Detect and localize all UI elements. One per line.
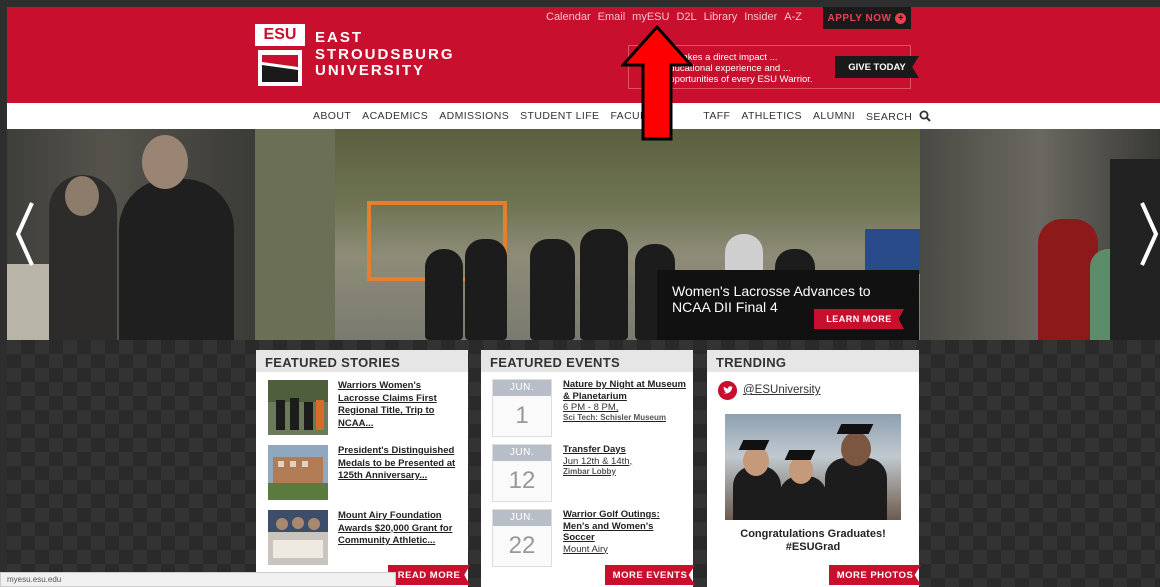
chevron-left-icon[interactable] bbox=[14, 199, 36, 269]
hero-prev-slide-image bbox=[7, 129, 255, 340]
hero-caption: Women's Lacrosse Advances to NCAA DII Fi… bbox=[657, 270, 919, 340]
event-time: Mount Airy bbox=[563, 543, 608, 555]
university-name[interactable]: EAST STROUDSBURG UNIVERSITY bbox=[315, 29, 455, 80]
util-link-insider[interactable]: Insider bbox=[744, 11, 777, 23]
story-item[interactable]: Warriors Women's Lacrosse Claims First R… bbox=[268, 380, 463, 440]
story-thumbnail bbox=[268, 445, 328, 500]
nav-alumni[interactable]: ALUMNI bbox=[813, 110, 855, 123]
event-title[interactable]: Warrior Golf Outings: Men's and Women's … bbox=[563, 509, 660, 543]
event-item[interactable]: JUN. 1 Nature by Night at Museum & Plane… bbox=[492, 379, 687, 441]
trending-card: TRENDING @ESUniversity Congratulations G… bbox=[707, 350, 921, 587]
chevron-right-icon[interactable] bbox=[1138, 199, 1160, 269]
name-line-1: EAST bbox=[315, 29, 364, 46]
event-info[interactable]: Warrior Golf Outings: Men's and Women's … bbox=[563, 509, 687, 555]
event-location: Sci Tech: Schisler Museum bbox=[563, 413, 666, 422]
featured-events-card: FEATURED EVENTS JUN. 1 Nature by Night a… bbox=[481, 350, 695, 587]
nav-staff[interactable]: TAFF bbox=[703, 110, 730, 123]
esu-logo[interactable]: ESU bbox=[255, 24, 305, 88]
trending-caption: Congratulations Graduates! #ESUGrad bbox=[740, 528, 886, 553]
nav-search[interactable]: SEARCH bbox=[866, 110, 931, 123]
story-thumbnail bbox=[268, 510, 328, 565]
hero-next-slide-image bbox=[920, 129, 1160, 340]
event-date: JUN. 1 bbox=[492, 379, 552, 437]
more-photos-button[interactable]: MORE PHOTOS bbox=[829, 565, 921, 585]
story-title[interactable]: Warriors Women's Lacrosse Claims First R… bbox=[338, 380, 463, 430]
apply-now-button[interactable]: APPLY NOW + bbox=[823, 7, 911, 29]
annotation-arrow-icon bbox=[621, 25, 693, 141]
util-link-calendar[interactable]: Calendar bbox=[546, 11, 591, 23]
learn-more-button[interactable]: LEARN MORE bbox=[814, 309, 904, 329]
featured-stories-heading: FEATURED STORIES bbox=[256, 350, 468, 372]
event-location: Zimbar Lobby bbox=[563, 466, 616, 476]
apply-now-label: APPLY NOW bbox=[827, 12, 892, 24]
event-date: JUN. 22 bbox=[492, 509, 552, 567]
read-more-button[interactable]: READ MORE bbox=[388, 565, 470, 585]
plus-circle-icon: + bbox=[895, 12, 907, 24]
more-events-button[interactable]: MORE EVENTS bbox=[605, 565, 695, 585]
story-title[interactable]: President's Distinguished Medals to be P… bbox=[338, 445, 463, 483]
nav-about[interactable]: ABOUT bbox=[313, 110, 351, 123]
event-item[interactable]: JUN. 12 Transfer Days Jun 12th & 14th, Z… bbox=[492, 444, 687, 506]
event-month: JUN. bbox=[493, 510, 551, 526]
event-day: 12 bbox=[508, 467, 536, 494]
nav-search-label: SEARCH bbox=[866, 111, 913, 123]
name-line-2: STROUDSBURG bbox=[315, 45, 455, 63]
story-item[interactable]: President's Distinguished Medals to be P… bbox=[268, 445, 463, 505]
event-info[interactable]: Nature by Night at Museum & Planetarium … bbox=[563, 379, 687, 423]
main-nav: ABOUT ACADEMICS ADMISSIONS STUDENT LIFE … bbox=[7, 103, 1160, 129]
event-month: JUN. bbox=[493, 380, 551, 396]
nav-student-life[interactable]: STUDENT LIFE bbox=[520, 110, 599, 123]
util-link-d2l[interactable]: D2L bbox=[676, 11, 696, 23]
twitter-icon bbox=[718, 380, 737, 400]
event-title[interactable]: Nature by Night at Museum & Planetarium bbox=[563, 379, 686, 402]
util-link-a-z[interactable]: A-Z bbox=[784, 11, 802, 23]
graduation-photo[interactable] bbox=[725, 414, 901, 520]
name-line-3: UNIVERSITY bbox=[315, 62, 426, 79]
featured-stories-card: FEATURED STORIES Warriors Women's Lacros… bbox=[256, 350, 470, 587]
util-link-myesu[interactable]: myESU bbox=[632, 11, 669, 23]
event-info[interactable]: Transfer Days Jun 12th & 14th, Zimbar Lo… bbox=[563, 444, 687, 477]
event-date: JUN. 12 bbox=[492, 444, 552, 502]
event-month: JUN. bbox=[493, 445, 551, 461]
story-title[interactable]: Mount Airy Foundation Awards $20,000 Gra… bbox=[338, 510, 463, 548]
trending-heading: TRENDING bbox=[707, 350, 919, 372]
utility-nav: Calendar Email myESU D2L Library Insider… bbox=[546, 11, 802, 23]
logo-abbr: ESU bbox=[255, 24, 305, 46]
event-time: 6 PM - 8 PM, bbox=[563, 402, 619, 413]
event-item[interactable]: JUN. 22 Warrior Golf Outings: Men's and … bbox=[492, 509, 687, 571]
nav-athletics[interactable]: ATHLETICS bbox=[741, 110, 802, 123]
event-time: Jun 12th & 14th, bbox=[563, 455, 633, 467]
nav-admissions[interactable]: ADMISSIONS bbox=[439, 110, 509, 123]
util-link-email[interactable]: Email bbox=[598, 11, 626, 23]
status-bar-url: myesu.esu.edu bbox=[0, 572, 396, 587]
logo-flag-icon bbox=[258, 50, 302, 86]
twitter-link[interactable]: @ESUniversity bbox=[718, 380, 821, 400]
nav-academics[interactable]: ACADEMICS bbox=[362, 110, 428, 123]
hero-carousel bbox=[7, 129, 1160, 340]
util-link-library[interactable]: Library bbox=[704, 11, 738, 23]
featured-events-heading: FEATURED EVENTS bbox=[481, 350, 693, 372]
search-icon bbox=[919, 110, 931, 122]
give-today-button[interactable]: GIVE TODAY bbox=[835, 56, 919, 78]
event-title[interactable]: Transfer Days bbox=[563, 444, 626, 455]
event-day: 1 bbox=[515, 402, 529, 429]
story-thumbnail bbox=[268, 380, 328, 435]
story-item[interactable]: Mount Airy Foundation Awards $20,000 Gra… bbox=[268, 510, 463, 570]
event-day: 22 bbox=[508, 532, 536, 559]
twitter-handle[interactable]: @ESUniversity bbox=[743, 384, 821, 396]
